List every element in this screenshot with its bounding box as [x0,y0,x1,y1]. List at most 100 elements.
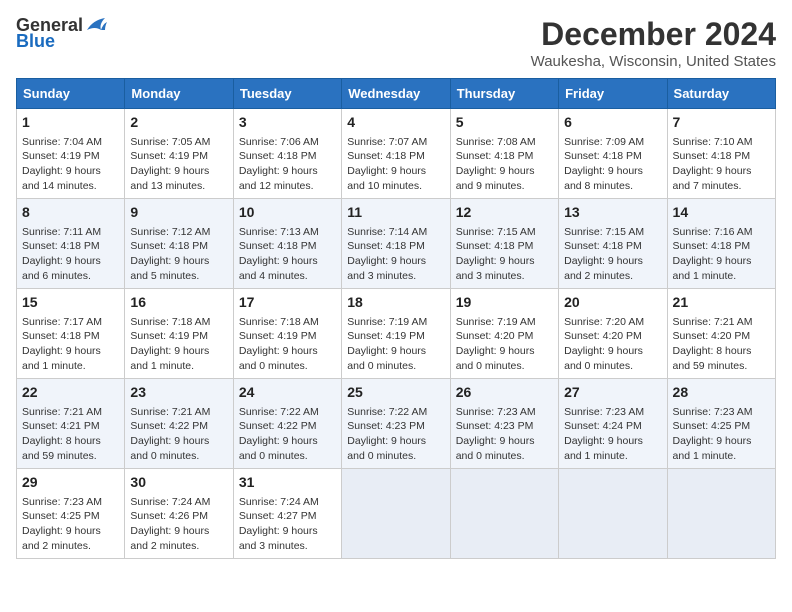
table-row: 5Sunrise: 7:08 AMSunset: 4:18 PMDaylight… [450,109,558,199]
sunset-text: Sunset: 4:26 PM [130,510,208,522]
sunset-text: Sunset: 4:20 PM [456,330,534,342]
day-number: 1 [22,113,119,133]
daylight-text: Daylight: 9 hours and 2 minutes. [564,255,643,282]
table-row: 29Sunrise: 7:23 AMSunset: 4:25 PMDayligh… [17,469,125,559]
daylight-text: Daylight: 9 hours and 4 minutes. [239,255,318,282]
table-row: 21 Sunrise: 7:21 AM Sunset: 4:20 PM Dayligh… [667,289,775,379]
sunset-text: Sunset: 4:23 PM [347,420,425,432]
logo: General Blue [16,16,107,50]
daylight-text: Daylight: 9 hours and 0 minutes. [130,435,209,462]
day-number: 12 [456,203,553,223]
sunset-text: Sunset: 4:19 PM [130,150,208,162]
table-row: 19Sunrise: 7:19 AMSunset: 4:20 PMDayligh… [450,289,558,379]
sunset-text: Sunset: 4:22 PM [239,420,317,432]
day-number: 15 [22,293,119,313]
daylight-text: Daylight: 9 hours and 0 minutes. [239,345,318,372]
daylight-text: Daylight: 9 hours and 1 minute. [564,435,643,462]
day-number: 22 [22,383,119,403]
day-number: 5 [456,113,553,133]
sunrise-text: Sunrise: 7:10 AM [673,136,753,148]
sunrise-text: Sunrise: 7:13 AM [239,226,319,238]
month-year-title: December 2024 [531,16,776,53]
sunset-text: Sunset: 4:27 PM [239,510,317,522]
daylight-text: Daylight: 9 hours and 0 minutes. [456,435,535,462]
table-row: 4Sunrise: 7:07 AMSunset: 4:18 PMDaylight… [342,109,450,199]
table-row: 3Sunrise: 7:06 AMSunset: 4:18 PMDaylight… [233,109,341,199]
sunrise-text: Sunrise: 7:15 AM [456,226,536,238]
day-number: 23 [130,383,227,403]
sunrise-text: Sunrise: 7:24 AM [239,496,319,508]
sunrise-text: Sunrise: 7:24 AM [130,496,210,508]
table-row: 10Sunrise: 7:13 AMSunset: 4:18 PMDayligh… [233,199,341,289]
day-number: 8 [22,203,119,223]
sunset-text: Sunset: 4:18 PM [456,240,534,252]
sunrise-text: Sunrise: 7:18 AM [130,316,210,328]
table-row [342,469,450,559]
table-row: 17Sunrise: 7:18 AMSunset: 4:19 PMDayligh… [233,289,341,379]
table-row: 27Sunrise: 7:23 AMSunset: 4:24 PMDayligh… [559,379,667,469]
day-number: 21 [673,293,770,313]
location-subtitle: Waukesha, Wisconsin, United States [531,53,776,70]
daylight-text: Daylight: 9 hours and 3 minutes. [347,255,426,282]
daylight-text: Daylight: 9 hours and 13 minutes. [130,165,209,192]
day-number: 4 [347,113,444,133]
sunset-text: Sunset: 4:19 PM [239,330,317,342]
calendar-week-row: 29Sunrise: 7:23 AMSunset: 4:25 PMDayligh… [17,469,776,559]
sunrise-text: Sunrise: 7:22 AM [239,406,319,418]
sunrise-text: Sunrise: 7:23 AM [22,496,102,508]
table-row: 6Sunrise: 7:09 AMSunset: 4:18 PMDaylight… [559,109,667,199]
sunrise-text: Sunrise: 7:20 AM [564,316,644,328]
daylight-text: Daylight: 8 hours and 59 minutes. [673,345,752,372]
sunset-text: Sunset: 4:25 PM [673,420,751,432]
logo-bird-icon [85,16,107,34]
daylight-text: Daylight: 9 hours and 2 minutes. [130,525,209,552]
day-number: 27 [564,383,661,403]
table-row: 24Sunrise: 7:22 AMSunset: 4:22 PMDayligh… [233,379,341,469]
day-number: 2 [130,113,227,133]
col-wednesday: Wednesday [342,79,450,109]
day-number: 7 [673,113,770,133]
sunset-text: Sunset: 4:24 PM [564,420,642,432]
page-header: General Blue December 2024 Waukesha, Wis… [16,16,776,70]
col-monday: Monday [125,79,233,109]
daylight-text: Daylight: 9 hours and 12 minutes. [239,165,318,192]
sunset-text: Sunset: 4:18 PM [673,150,751,162]
daylight-text: Daylight: 9 hours and 1 minute. [130,345,209,372]
sunrise-text: Sunrise: 7:22 AM [347,406,427,418]
table-row: 18Sunrise: 7:19 AMSunset: 4:19 PMDayligh… [342,289,450,379]
day-number: 25 [347,383,444,403]
sunset-text: Sunset: 4:18 PM [22,330,100,342]
daylight-text: Daylight: 9 hours and 10 minutes. [347,165,426,192]
daylight-text: Daylight: 9 hours and 2 minutes. [22,525,101,552]
sunset-text: Sunset: 4:19 PM [130,330,208,342]
col-sunday: Sunday [17,79,125,109]
sunrise-text: Sunrise: 7:12 AM [130,226,210,238]
day-number: 17 [239,293,336,313]
daylight-text: Daylight: 9 hours and 0 minutes. [347,435,426,462]
daylight-text: Daylight: 9 hours and 9 minutes. [456,165,535,192]
sunset-text: Sunset: 4:19 PM [347,330,425,342]
daylight-text: Daylight: 9 hours and 14 minutes. [22,165,101,192]
sunrise-text: Sunrise: 7:19 AM [347,316,427,328]
daylight-text: Daylight: 9 hours and 1 minute. [673,255,752,282]
sunset-text: Sunset: 4:20 PM [673,330,751,342]
title-block: December 2024 Waukesha, Wisconsin, Unite… [531,16,776,70]
table-row: 11Sunrise: 7:14 AMSunset: 4:18 PMDayligh… [342,199,450,289]
calendar-header-row: Sunday Monday Tuesday Wednesday Thursday… [17,79,776,109]
sunrise-text: Sunrise: 7:08 AM [456,136,536,148]
logo-blue: Blue [16,32,55,50]
daylight-text: Daylight: 9 hours and 0 minutes. [564,345,643,372]
col-saturday: Saturday [667,79,775,109]
table-row: 22Sunrise: 7:21 AMSunset: 4:21 PMDayligh… [17,379,125,469]
table-row: 13Sunrise: 7:15 AMSunset: 4:18 PMDayligh… [559,199,667,289]
sunset-text: Sunset: 4:18 PM [564,150,642,162]
calendar-week-row: 15Sunrise: 7:17 AMSunset: 4:18 PMDayligh… [17,289,776,379]
table-row: 9Sunrise: 7:12 AMSunset: 4:18 PMDaylight… [125,199,233,289]
sunrise-text: Sunrise: 7:21 AM [673,316,753,328]
table-row: 12Sunrise: 7:15 AMSunset: 4:18 PMDayligh… [450,199,558,289]
day-number: 10 [239,203,336,223]
table-row [450,469,558,559]
col-friday: Friday [559,79,667,109]
day-number: 26 [456,383,553,403]
day-number: 9 [130,203,227,223]
